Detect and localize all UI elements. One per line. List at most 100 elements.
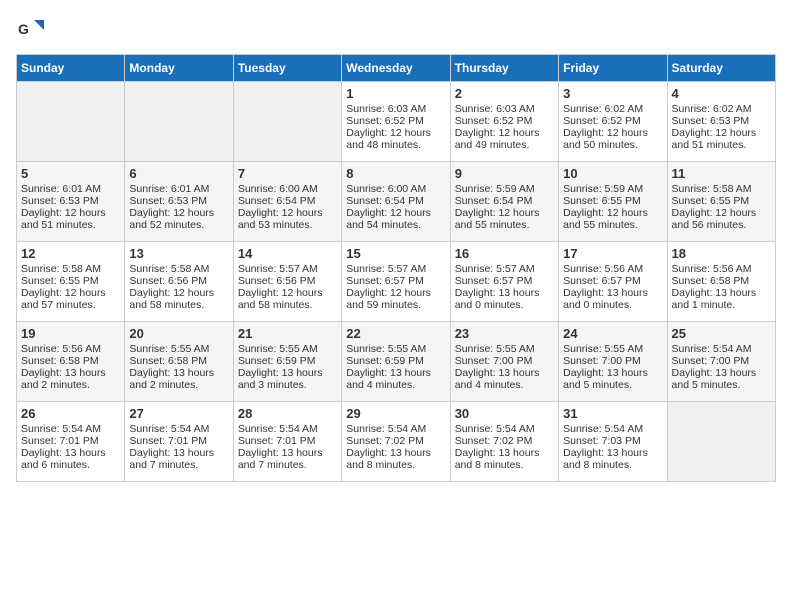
day-number: 10 xyxy=(563,166,662,181)
sunset-text: Sunset: 7:00 PM xyxy=(672,355,771,367)
calendar-cell: 6Sunrise: 6:01 AMSunset: 6:53 PMDaylight… xyxy=(125,162,233,242)
sunset-text: Sunset: 6:55 PM xyxy=(21,275,120,287)
sunset-text: Sunset: 6:54 PM xyxy=(455,195,554,207)
sunset-text: Sunset: 6:55 PM xyxy=(672,195,771,207)
daylight-text: Daylight: 13 hours and 2 minutes. xyxy=(129,367,228,391)
week-row-3: 12Sunrise: 5:58 AMSunset: 6:55 PMDayligh… xyxy=(17,242,776,322)
sunset-text: Sunset: 7:03 PM xyxy=(563,435,662,447)
sunrise-text: Sunrise: 6:02 AM xyxy=(672,103,771,115)
day-number: 20 xyxy=(129,326,228,341)
calendar-cell: 30Sunrise: 5:54 AMSunset: 7:02 PMDayligh… xyxy=(450,402,558,482)
day-number: 27 xyxy=(129,406,228,421)
daylight-text: Daylight: 13 hours and 7 minutes. xyxy=(238,447,337,471)
sunset-text: Sunset: 6:52 PM xyxy=(455,115,554,127)
week-row-2: 5 Sunrise: 6:01 AMSunset: 6:53 PM Daylight… xyxy=(17,162,776,242)
sunrise-text: Sunrise: 5:55 AM xyxy=(238,343,337,355)
daylight-text: Daylight: 13 hours and 0 minutes. xyxy=(455,287,554,311)
daylight-text: Daylight: 12 hours and 54 minutes. xyxy=(346,207,445,231)
day-number: 22 xyxy=(346,326,445,341)
daylight-text: Daylight: 12 hours and 50 minutes. xyxy=(563,127,662,151)
day-number: 4 xyxy=(672,86,771,101)
sunset-text: Sunset: 6:57 PM xyxy=(455,275,554,287)
day-number: 12 xyxy=(21,246,120,261)
daylight-text: Daylight: 13 hours and 5 minutes. xyxy=(672,367,771,391)
daylight-text: Daylight: 13 hours and 4 minutes. xyxy=(346,367,445,391)
calendar-cell: 25Sunrise: 5:54 AMSunset: 7:00 PMDayligh… xyxy=(667,322,775,402)
sunrise-text: Sunrise: 5:55 AM xyxy=(346,343,445,355)
calendar-cell: 15Sunrise: 5:57 AMSunset: 6:57 PMDayligh… xyxy=(342,242,450,322)
calendar-table: SundayMondayTuesdayWednesdayThursdayFrid… xyxy=(16,54,776,482)
weekday-header-saturday: Saturday xyxy=(667,55,775,82)
sunset-text: Sunset: 6:56 PM xyxy=(129,275,228,287)
daylight-text: Daylight: 12 hours and 55 minutes. xyxy=(563,207,662,231)
daylight-text: Daylight: 12 hours and 56 minutes. xyxy=(672,207,771,231)
sunset-text: Sunset: 6:53 PM xyxy=(21,195,120,207)
calendar-cell xyxy=(667,402,775,482)
calendar-cell: 17Sunrise: 5:56 AMSunset: 6:57 PMDayligh… xyxy=(559,242,667,322)
day-number: 14 xyxy=(238,246,337,261)
logo-icon: G xyxy=(16,16,44,44)
sunset-text: Sunset: 7:00 PM xyxy=(563,355,662,367)
daylight-text: Daylight: 13 hours and 4 minutes. xyxy=(455,367,554,391)
sunset-text: Sunset: 6:53 PM xyxy=(672,115,771,127)
day-number: 17 xyxy=(563,246,662,261)
calendar-cell: 1Sunrise: 6:03 AMSunset: 6:52 PMDaylight… xyxy=(342,82,450,162)
daylight-text: Daylight: 13 hours and 6 minutes. xyxy=(21,447,120,471)
calendar-cell xyxy=(233,82,341,162)
sunrise-text: Sunrise: 5:55 AM xyxy=(455,343,554,355)
sunrise-text: Sunrise: 5:58 AM xyxy=(129,263,228,275)
calendar-cell: 21 Sunrise: 5:55 AMSunset: 6:59 PMDayligh… xyxy=(233,322,341,402)
page-header: G xyxy=(16,16,776,44)
day-number: 24 xyxy=(563,326,662,341)
calendar-cell: 2Sunrise: 6:03 AMSunset: 6:52 PMDaylight… xyxy=(450,82,558,162)
daylight-text: Daylight: 13 hours and 8 minutes. xyxy=(455,447,554,471)
week-row-1: 1Sunrise: 6:03 AMSunset: 6:52 PMDaylight… xyxy=(17,82,776,162)
day-number: 21 xyxy=(238,326,337,341)
day-number: 30 xyxy=(455,406,554,421)
calendar-cell: 20Sunrise: 5:55 AMSunset: 6:58 PMDayligh… xyxy=(125,322,233,402)
sunrise-text: Sunrise: 6:03 AM xyxy=(455,103,554,115)
daylight-text: Daylight: 12 hours and 58 minutes. xyxy=(238,287,337,311)
daylight-text: Daylight: 12 hours and 57 minutes. xyxy=(21,287,120,311)
sunset-text: Sunset: 6:56 PM xyxy=(238,275,337,287)
calendar-cell: 22 Sunrise: 5:55 AMSunset: 6:59 PMDayligh… xyxy=(342,322,450,402)
sunrise-text: Sunrise: 6:01 AM xyxy=(21,183,120,195)
day-number: 5 xyxy=(21,166,120,181)
day-number: 15 xyxy=(346,246,445,261)
sunrise-text: Sunrise: 5:54 AM xyxy=(563,423,662,435)
calendar-cell: 4Sunrise: 6:02 AMSunset: 6:53 PMDaylight… xyxy=(667,82,775,162)
daylight-text: Daylight: 12 hours and 48 minutes. xyxy=(346,127,445,151)
week-row-5: 26Sunrise: 5:54 AMSunset: 7:01 PMDayligh… xyxy=(17,402,776,482)
sunset-text: Sunset: 6:54 PM xyxy=(238,195,337,207)
daylight-text: Daylight: 13 hours and 3 minutes. xyxy=(238,367,337,391)
day-number: 28 xyxy=(238,406,337,421)
sunset-text: Sunset: 6:59 PM xyxy=(346,355,445,367)
calendar-cell: 8Sunrise: 6:00 AMSunset: 6:54 PMDaylight… xyxy=(342,162,450,242)
calendar-cell: 14Sunrise: 5:57 AMSunset: 6:56 PMDayligh… xyxy=(233,242,341,322)
calendar-cell: 11Sunrise: 5:58 AMSunset: 6:55 PMDayligh… xyxy=(667,162,775,242)
weekday-header-thursday: Thursday xyxy=(450,55,558,82)
daylight-text: Daylight: 13 hours and 5 minutes. xyxy=(563,367,662,391)
sunset-text: Sunset: 7:01 PM xyxy=(21,435,120,447)
sunrise-text: Sunrise: 5:57 AM xyxy=(346,263,445,275)
sunrise-text: Sunrise: 5:56 AM xyxy=(21,343,120,355)
day-number: 18 xyxy=(672,246,771,261)
daylight-text: Daylight: 13 hours and 2 minutes. xyxy=(21,367,120,391)
weekday-header-tuesday: Tuesday xyxy=(233,55,341,82)
sunset-text: Sunset: 6:58 PM xyxy=(21,355,120,367)
sunrise-text: Sunrise: 5:54 AM xyxy=(672,343,771,355)
sunrise-text: Sunrise: 5:54 AM xyxy=(238,423,337,435)
day-number: 3 xyxy=(563,86,662,101)
sunrise-text: Sunrise: 5:56 AM xyxy=(563,263,662,275)
sunrise-text: Sunrise: 5:54 AM xyxy=(21,423,120,435)
calendar-cell: 16Sunrise: 5:57 AMSunset: 6:57 PMDayligh… xyxy=(450,242,558,322)
calendar-cell: 5Sunrise: 6:01 AMSunset: 6:53 PMDaylight… xyxy=(17,162,125,242)
day-number: 19 xyxy=(21,326,120,341)
sunrise-text: Sunrise: 5:57 AM xyxy=(455,263,554,275)
daylight-text: Daylight: 12 hours and 53 minutes. xyxy=(238,207,337,231)
week-row-4: 19Sunrise: 5:56 AMSunset: 6:58 PMDayligh… xyxy=(17,322,776,402)
day-number: 11 xyxy=(672,166,771,181)
sunset-text: Sunset: 6:59 PM xyxy=(238,355,337,367)
day-number: 8 xyxy=(346,166,445,181)
day-number: 6 xyxy=(129,166,228,181)
